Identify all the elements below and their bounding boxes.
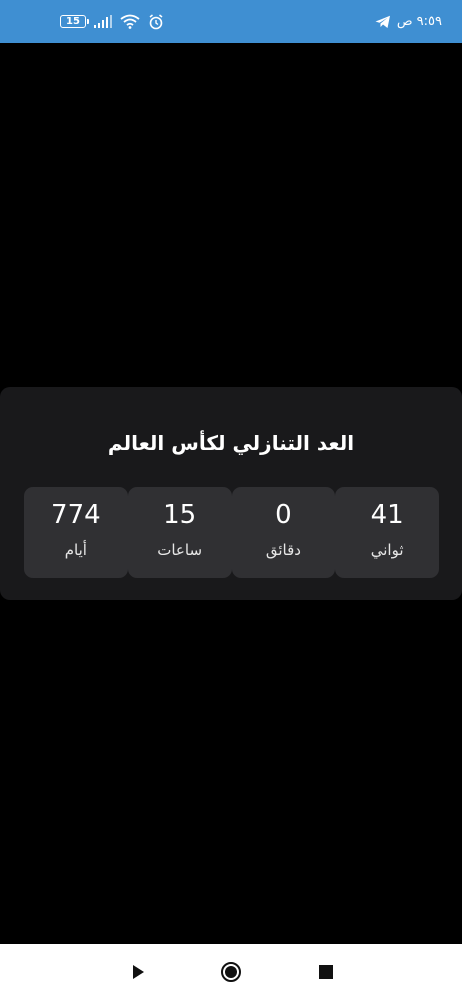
countdown-boxes: 41 ثواني 0 دقائق 15 ساعات 774 أيام (24, 487, 439, 578)
recents-button[interactable] (314, 960, 338, 984)
status-icons-left: 15 (60, 13, 164, 30)
home-button[interactable] (219, 960, 243, 984)
minutes-label: دقائق (265, 541, 301, 559)
minutes-value: 0 (275, 500, 292, 530)
wifi-icon (120, 14, 140, 29)
hours-label: ساعات (157, 541, 203, 559)
alarm-icon (149, 13, 163, 29)
navigation-bar (0, 944, 462, 1000)
status-icons-right: ٩:٥٩ ص (375, 14, 442, 29)
hours-value: 15 (163, 500, 197, 530)
countdown-card: العد التنازلي لكأس العالم 41 ثواني 0 دقا… (0, 387, 462, 600)
telegram-icon (375, 15, 390, 28)
back-triangle-icon (133, 965, 144, 979)
hours-box: 15 ساعات (127, 487, 232, 578)
seconds-box: 41 ثواني (335, 487, 439, 578)
battery-icon: 15 (60, 15, 89, 28)
back-button[interactable] (126, 960, 150, 984)
minutes-box: 0 دقائق (231, 487, 336, 578)
status-time: ٩:٥٩ ص (396, 14, 442, 29)
battery-level: 15 (66, 15, 80, 27)
days-label: أيام (64, 541, 87, 559)
days-value: 774 (51, 500, 101, 530)
seconds-value: 41 (370, 500, 404, 530)
recents-square-icon (319, 965, 333, 979)
status-bar: 15 ٩:٥٩ ص (0, 0, 462, 43)
signal-icon (94, 15, 112, 28)
countdown-title: العد التنازلي لكأس العالم (107, 431, 355, 455)
days-box: 774 أيام (24, 487, 128, 578)
seconds-label: ثواني (370, 541, 404, 559)
home-circle-icon (221, 962, 241, 982)
